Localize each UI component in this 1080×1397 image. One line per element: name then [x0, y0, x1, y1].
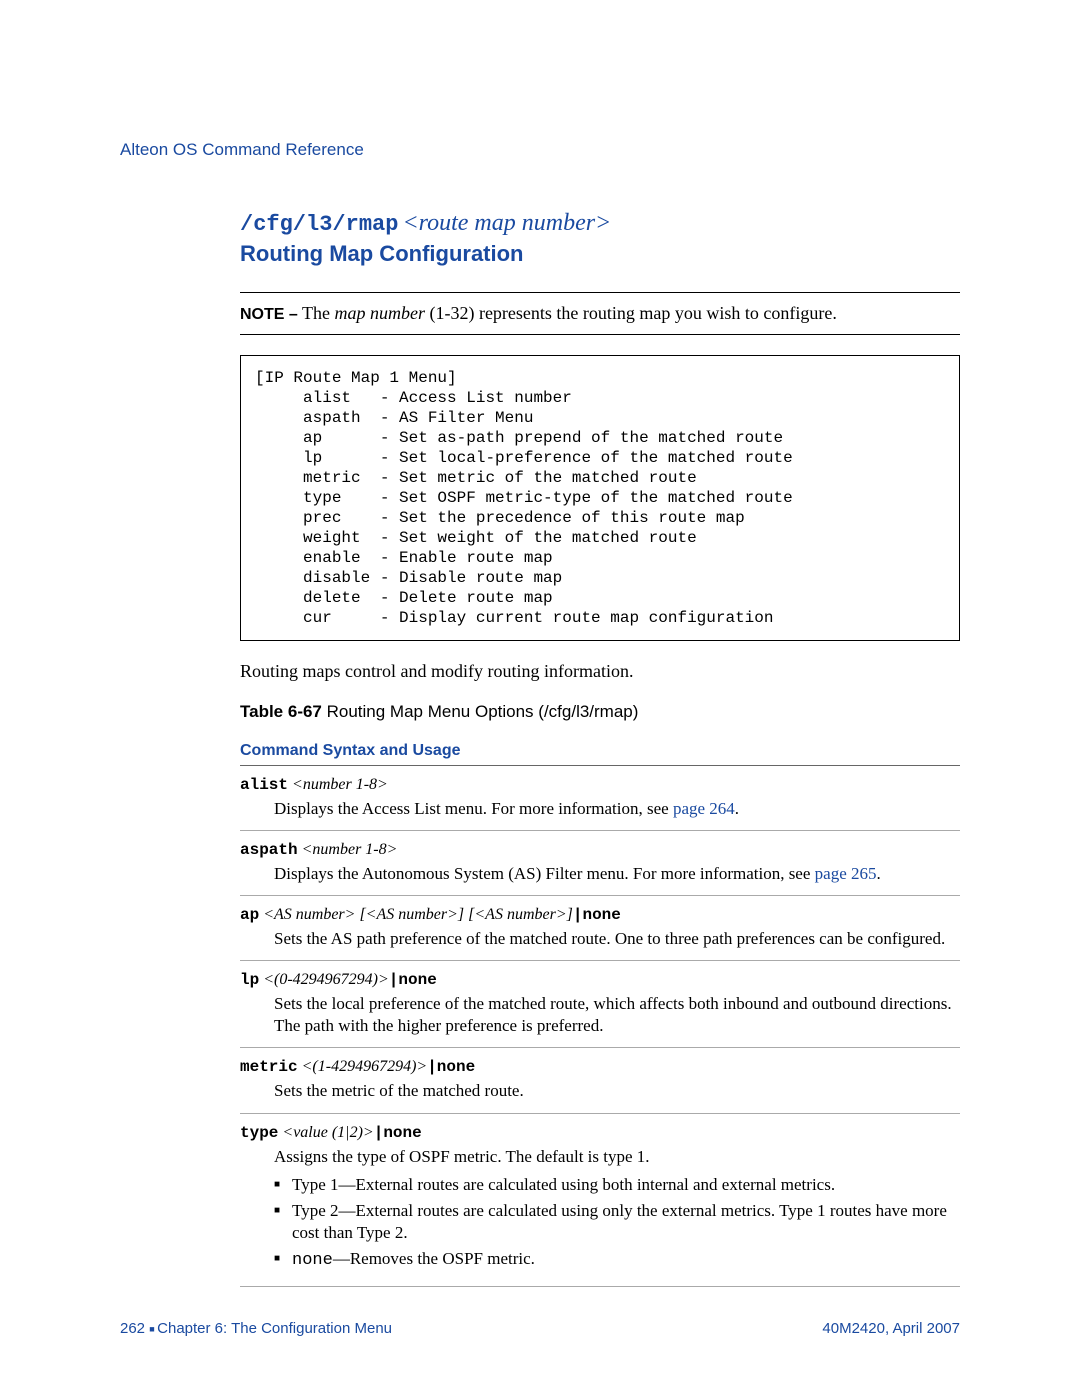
book-title: Alteon OS Command Reference	[120, 140, 960, 160]
note-pre: The	[298, 303, 335, 323]
type-desc: Assigns the type of OSPF metric. The def…	[274, 1147, 650, 1166]
table-number: Table 6-67	[240, 702, 322, 721]
page: Alteon OS Command Reference /cfg/l3/rmap…	[0, 0, 1080, 1397]
body-paragraph: Routing maps control and modify routing …	[240, 661, 960, 682]
page-number: 262	[120, 1320, 145, 1337]
mono-none: none	[292, 1251, 333, 1270]
syntax-usage-header: Command Syntax and Usage	[240, 742, 960, 766]
cmd-desc: Sets the AS path preference of the match…	[274, 928, 960, 950]
cmd-none: none	[398, 971, 436, 989]
cmd-line: metric <(1-4294967294)>|none	[240, 1058, 960, 1076]
footer-left: 262 ■ Chapter 6: The Configuration Menu	[120, 1320, 392, 1337]
cmd-entry-metric: metric <(1-4294967294)>|none Sets the me…	[240, 1048, 960, 1113]
section-heading: /cfg/l3/rmap <route map number> Routing …	[240, 210, 960, 267]
note-em: map number	[334, 303, 425, 323]
cmd-line: lp <(0-4294967294)>|none	[240, 971, 960, 989]
b3-rest: —Removes the OSPF metric.	[333, 1249, 535, 1268]
desc-post: .	[877, 864, 881, 883]
cmd-entry-lp: lp <(0-4294967294)>|none Sets the local …	[240, 961, 960, 1048]
footer-right: 40M2420, April 2007	[822, 1320, 960, 1337]
cmd-line: ap <AS number> [<AS number>] [<AS number…	[240, 906, 960, 924]
cmd-entry-type: type <value (1|2)>|none Assigns the type…	[240, 1114, 960, 1287]
cmd-line: alist <number 1-8>	[240, 776, 960, 794]
cmd-keyword: alist	[240, 776, 288, 794]
cmd-desc: Sets the local preference of the matched…	[274, 993, 960, 1037]
cmd-arg: <(0-4294967294)>	[259, 971, 389, 988]
cmd-desc: Displays the Autonomous System (AS) Filt…	[274, 863, 960, 885]
chapter-label: Chapter 6: The Configuration Menu	[157, 1320, 392, 1337]
cmd-keyword: aspath	[240, 841, 298, 859]
cmd-keyword: lp	[240, 971, 259, 989]
desc-pre: Displays the Access List menu. For more …	[274, 799, 673, 818]
cmd-entry-alist: alist <number 1-8> Displays the Access L…	[240, 766, 960, 831]
cmd-arg: <number 1-8>	[298, 841, 398, 858]
menu-code-block: [IP Route Map 1 Menu] alist - Access Lis…	[240, 355, 960, 641]
cmd-line: aspath <number 1-8>	[240, 841, 960, 859]
note-block: NOTE – The map number (1-32) represents …	[240, 292, 960, 335]
cmd-desc: Displays the Access List menu. For more …	[274, 798, 960, 820]
cmd-arg: <(1-4294967294)>	[298, 1058, 428, 1075]
square-icon: ■	[149, 1324, 157, 1334]
desc-post: .	[735, 799, 739, 818]
page-footer: 262 ■ Chapter 6: The Configuration Menu …	[120, 1320, 960, 1337]
section-subtitle: Routing Map Configuration	[240, 241, 960, 267]
cmd-arg: <value (1|2)>	[278, 1124, 373, 1141]
cmd-keyword: ap	[240, 906, 259, 924]
cmd-none: none	[383, 1124, 421, 1142]
cmd-desc: Assigns the type of OSPF metric. The def…	[274, 1146, 960, 1272]
cmd-sep: |	[374, 1124, 384, 1142]
note-label: NOTE –	[240, 306, 298, 323]
list-item: Type 2—External routes are calculated us…	[274, 1200, 960, 1244]
cmd-arg: <AS number> [<AS number>] [<AS number>]	[259, 906, 573, 923]
list-item: Type 1—External routes are calculated us…	[274, 1174, 960, 1196]
table-title: Routing Map Menu Options (/cfg/l3/rmap)	[322, 702, 639, 721]
cmd-none: none	[582, 906, 620, 924]
cmd-sep: |	[427, 1058, 437, 1076]
cmd-entry-aspath: aspath <number 1-8> Displays the Autonom…	[240, 831, 960, 896]
page-ref-link[interactable]: page 264	[673, 799, 735, 818]
note-post: (1-32) represents the routing map you wi…	[425, 303, 837, 323]
cmd-keyword: metric	[240, 1058, 298, 1076]
list-item: none—Removes the OSPF metric.	[274, 1248, 960, 1272]
command-param: <route map number>	[402, 210, 611, 236]
cmd-arg: <number 1-8>	[288, 776, 388, 793]
cmd-sep: |	[389, 971, 399, 989]
cmd-desc: Sets the metric of the matched route.	[274, 1080, 960, 1102]
table-caption: Table 6-67 Routing Map Menu Options (/cf…	[240, 702, 960, 722]
cmd-none: none	[437, 1058, 475, 1076]
type-bullet-list: Type 1—External routes are calculated us…	[274, 1174, 960, 1272]
command-path: /cfg/l3/rmap	[240, 212, 398, 237]
cmd-line: type <value (1|2)>|none	[240, 1124, 960, 1142]
page-ref-link[interactable]: page 265	[815, 864, 877, 883]
cmd-entry-ap: ap <AS number> [<AS number>] [<AS number…	[240, 896, 960, 961]
cmd-keyword: type	[240, 1124, 278, 1142]
desc-pre: Displays the Autonomous System (AS) Filt…	[274, 864, 815, 883]
